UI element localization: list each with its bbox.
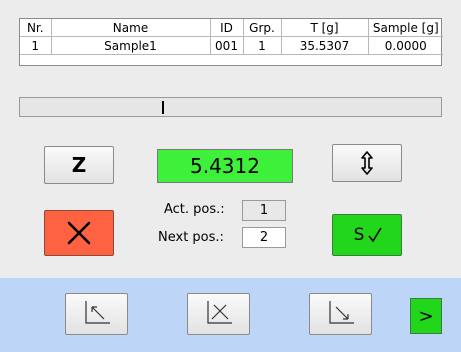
progress-marker: [162, 101, 164, 114]
zero-button[interactable]: Z: [44, 146, 114, 184]
weight-value: 5.4312: [190, 154, 260, 178]
zero-button-label: Z: [71, 153, 87, 177]
up-down-button[interactable]: [332, 144, 402, 182]
move-down-right-button[interactable]: [309, 293, 372, 335]
cell-tare[interactable]: 35.5307: [280, 36, 369, 55]
next-position-value: 2: [259, 230, 269, 245]
actual-position-field: 1: [242, 200, 286, 221]
cell-name[interactable]: Sample1: [50, 36, 211, 55]
cell-sample[interactable]: 0.0000: [367, 36, 443, 55]
cell-id[interactable]: 001: [209, 36, 244, 55]
arrow-up-left-icon: [84, 301, 110, 324]
sample-table: Nr. Name ID Grp. T [g] Sample [g] 1 Samp…: [19, 18, 443, 66]
crossed-arrow-icon: [206, 301, 232, 324]
table-row[interactable]: 1 Sample1 001 1 35.5307 0.0000: [20, 36, 443, 55]
up-down-arrow-icon: [361, 151, 373, 175]
table-header-row: Nr. Name ID Grp. T [g] Sample [g]: [20, 19, 443, 37]
move-cross-button[interactable]: [187, 293, 250, 335]
column-header-id[interactable]: ID: [209, 19, 244, 37]
weight-display: 5.4312: [157, 149, 293, 183]
x-icon: [67, 221, 91, 245]
arrow-down-right-icon: [328, 301, 354, 324]
column-header-group[interactable]: Grp.: [242, 19, 282, 37]
cancel-button[interactable]: [44, 210, 114, 256]
actual-position-label: Act. pos.:: [164, 202, 225, 217]
column-header-name[interactable]: Name: [50, 19, 211, 37]
cell-nr[interactable]: 1: [20, 36, 52, 55]
save-button-label: S: [353, 225, 365, 245]
column-header-tare[interactable]: T [g]: [280, 19, 369, 37]
sample-grid: Nr. Name ID Grp. T [g] Sample [g] 1 Samp…: [20, 19, 443, 55]
save-button[interactable]: S: [332, 214, 402, 256]
cell-group[interactable]: 1: [242, 36, 282, 55]
next-button[interactable]: >: [410, 298, 442, 334]
move-up-left-button[interactable]: [65, 293, 128, 335]
actual-position-value: 1: [259, 203, 269, 218]
next-button-label: >: [418, 305, 434, 327]
column-header-nr[interactable]: Nr.: [20, 19, 52, 37]
column-header-sample[interactable]: Sample [g]: [367, 19, 443, 37]
position-progress-bar: [19, 97, 442, 117]
next-position-label: Next pos.:: [158, 230, 224, 245]
checkmark-icon: [368, 227, 383, 243]
next-position-input[interactable]: 2: [242, 227, 286, 248]
